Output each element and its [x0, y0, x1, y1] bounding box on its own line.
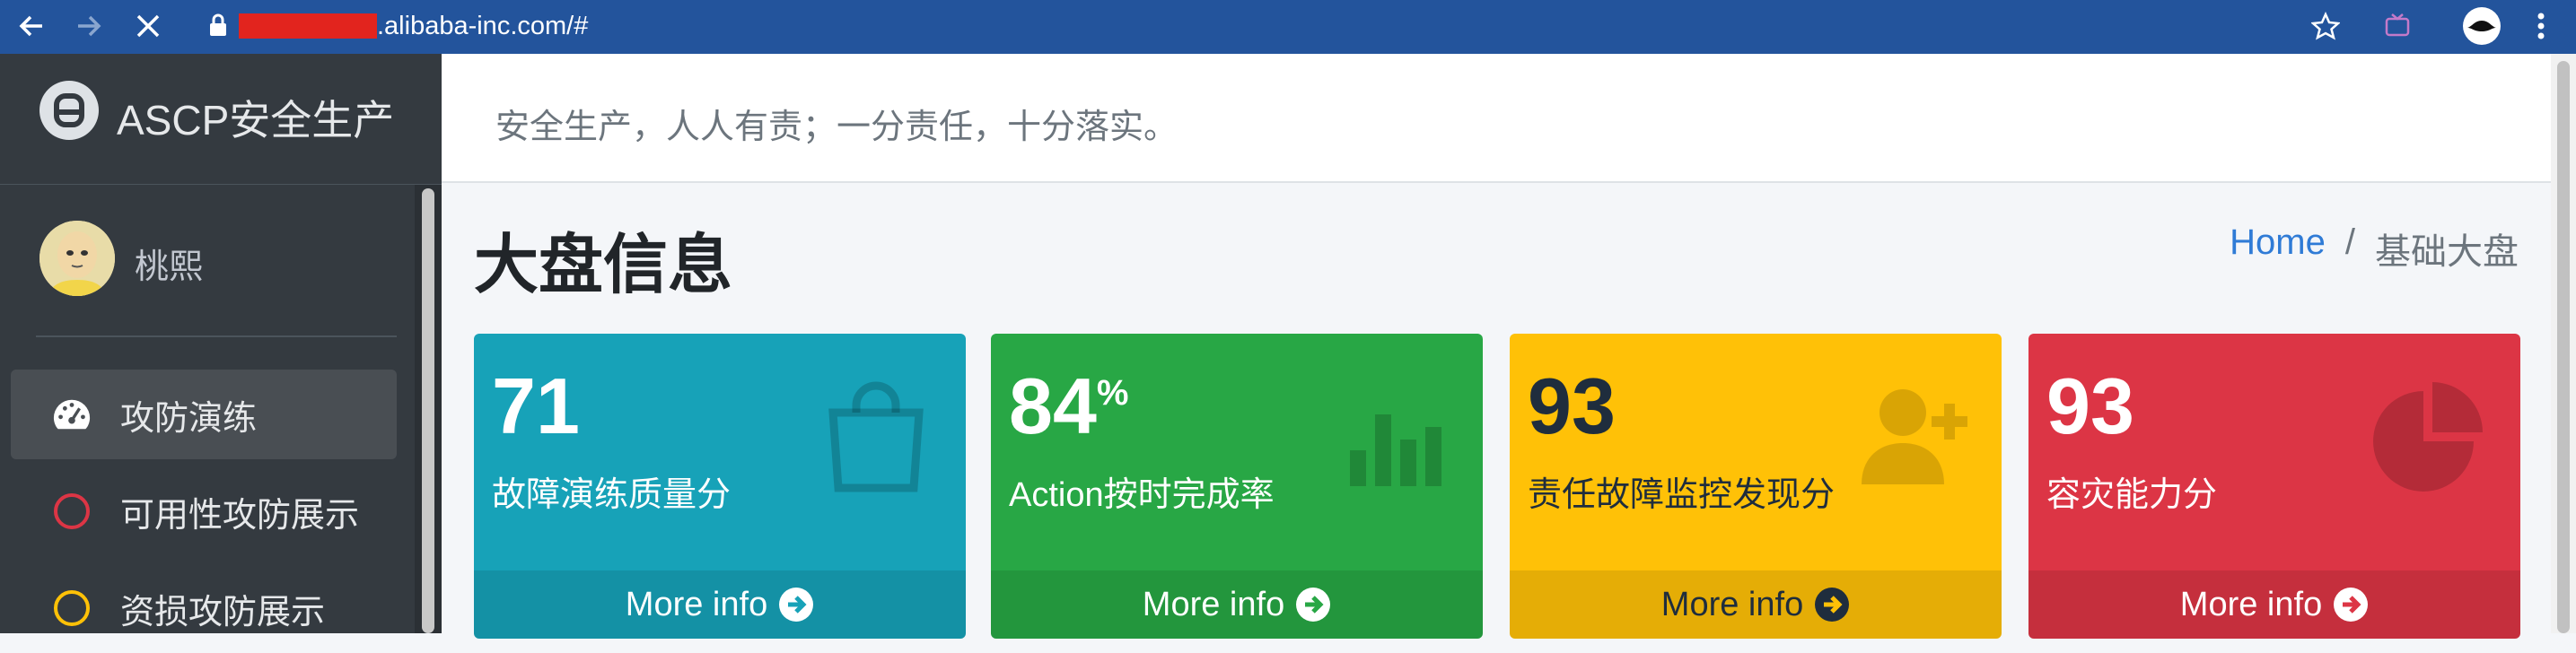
stat-value: 93 [2046, 361, 2134, 450]
stat-box-monitor-discovery: 93 责任故障监控发现分 More info [1510, 334, 2002, 639]
sidebar-item-label: 可用性攻防展示 [120, 496, 360, 535]
sidebar-item-attack-defense-drill[interactable]: 攻防演练 [11, 370, 397, 459]
header-slogan: 安全生产，人人有责；一分责任，十分落实。 [495, 109, 1178, 146]
sidebar-item-label: 资损攻防展示 [120, 593, 326, 631]
avatar [39, 221, 115, 296]
page-scrollbar-thumb[interactable] [2557, 61, 2570, 633]
circle-red-icon [52, 492, 92, 531]
more-info-label: More info [1142, 585, 1285, 623]
stat-label: Action按时完成率 [1009, 476, 1275, 514]
more-info-link[interactable]: More info [1510, 570, 2002, 639]
user-name: 桃熙 [135, 248, 204, 286]
brand-logo-icon [39, 81, 99, 140]
profile-avatar-icon[interactable] [2461, 5, 2502, 47]
main-header: 安全生产，人人有责；一分责任，十分落实。 [442, 54, 2551, 183]
arrow-circle-right-icon [1296, 588, 1331, 622]
sidebar-item-label: 攻防演练 [120, 399, 258, 438]
more-info-link[interactable]: More info [991, 570, 1483, 639]
stat-label: 责任故障监控发现分 [1528, 476, 1836, 514]
stop-loading-icon[interactable] [127, 5, 169, 47]
brand-text: ASCP安全生产 [117, 97, 395, 144]
forward-icon[interactable] [68, 5, 110, 47]
stat-label: 容灾能力分 [2046, 476, 2218, 514]
more-info-label: More info [1660, 585, 1804, 623]
back-icon[interactable] [11, 5, 52, 47]
address-bar[interactable]: .alibaba-inc.com/# [241, 5, 588, 47]
stat-box-action-completion: 84% Action按时完成率 More info [991, 334, 1483, 639]
pie-chart-icon [2368, 373, 2493, 499]
page-title: 大盘信息 [474, 230, 733, 301]
arrow-circle-right-icon [2334, 588, 2369, 622]
browser-menu-icon[interactable] [2520, 5, 2562, 47]
user-plus-icon [1849, 373, 1975, 499]
arrow-circle-right-icon [1815, 588, 1850, 622]
breadcrumb-separator: / [2344, 222, 2355, 262]
stat-value: 71 [492, 361, 580, 450]
shopping-bag-icon [813, 373, 939, 499]
dashboard-icon [52, 395, 92, 434]
more-info-link[interactable]: More info [474, 570, 966, 639]
sidebar-scrollbar-thumb[interactable] [422, 188, 434, 633]
stat-box-disaster-recovery: 93 容灾能力分 More info [2028, 334, 2520, 639]
breadcrumb: Home / 基础大盘 [2230, 222, 2519, 274]
url-text: .alibaba-inc.com/# [377, 12, 589, 40]
lock-icon[interactable] [208, 13, 228, 42]
extension-icon[interactable] [2377, 5, 2418, 47]
more-info-label: More info [625, 585, 768, 623]
stat-value: 84% [1009, 361, 1129, 450]
more-info-label: More info [2179, 585, 2323, 623]
stat-box-drill-quality: 71 故障演练质量分 More info [474, 334, 966, 639]
breadcrumb-home-link[interactable]: Home [2230, 222, 2326, 274]
stat-label: 故障演练质量分 [492, 476, 732, 514]
user-panel[interactable]: 桃熙 [36, 221, 397, 337]
stat-value: 93 [1528, 361, 1616, 450]
arrow-circle-right-icon [779, 588, 814, 622]
brand-link[interactable]: ASCP安全生产 [0, 54, 442, 185]
bar-chart-icon [1330, 373, 1456, 499]
sidebar-item-availability-display[interactable]: 可用性攻防展示 [11, 466, 397, 556]
sidebar-item-asset-loss-display[interactable]: 资损攻防展示 [11, 563, 397, 653]
more-info-link[interactable]: More info [2028, 570, 2520, 639]
circle-yellow-icon [52, 588, 92, 628]
breadcrumb-current: 基础大盘 [2375, 232, 2519, 272]
browser-toolbar: .alibaba-inc.com/# [0, 0, 2576, 54]
bookmark-star-icon[interactable] [2305, 5, 2346, 47]
sidebar: ASCP安全生产 桃熙 攻防演练 可用性攻防展示 资损攻防展示 [0, 54, 442, 633]
